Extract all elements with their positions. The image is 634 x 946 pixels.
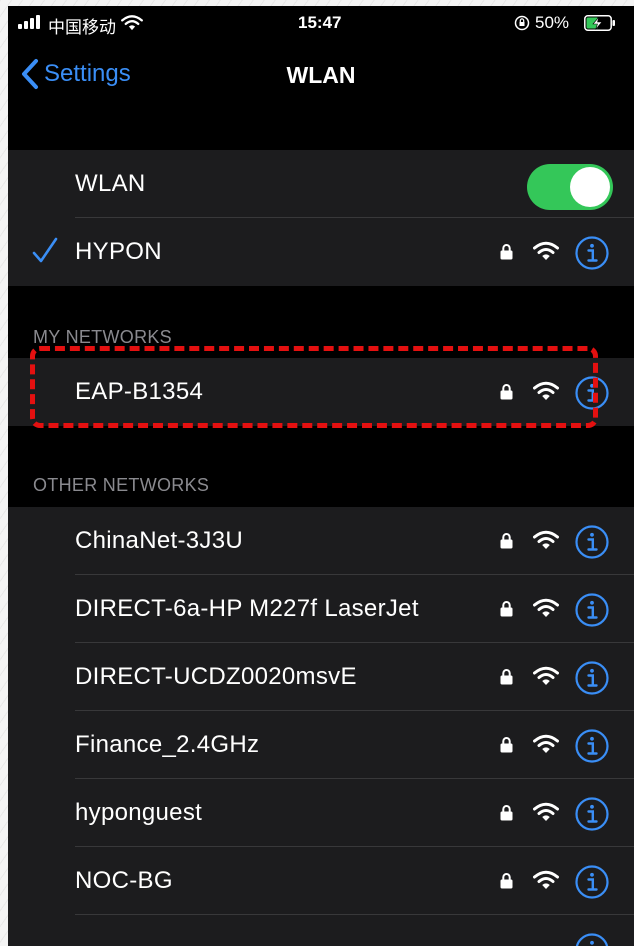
- network-row[interactable]: [8, 915, 634, 946]
- battery-charging-icon: [584, 15, 615, 31]
- checkmark-icon: [32, 237, 58, 263]
- rotation-lock-icon: [514, 15, 530, 31]
- battery-percent: 50%: [535, 13, 570, 32]
- wifi-signal-icon: [533, 241, 559, 260]
- wifi-signal-icon: [533, 598, 559, 617]
- wifi-signal-icon: [533, 530, 559, 549]
- lock-icon: [500, 737, 513, 753]
- my-networks-header: MY NETWORKS: [33, 327, 172, 347]
- network-name: Finance_2.4GHz: [75, 731, 260, 758]
- wifi-signal-icon: [533, 666, 559, 685]
- wlan-toggle[interactable]: [527, 164, 613, 210]
- network-row[interactable]: DIRECT-UCDZ0020msvE: [8, 643, 634, 711]
- info-icon[interactable]: [574, 864, 610, 900]
- info-icon[interactable]: [574, 660, 610, 696]
- clock: 15:47: [298, 13, 342, 32]
- wifi-signal-icon: [533, 870, 559, 889]
- phone-screen: 中国移动 15:47 50% Settings WLAN WLAN HYPON …: [8, 6, 634, 946]
- network-name: hyponguest: [75, 799, 203, 826]
- info-icon[interactable]: [574, 728, 610, 764]
- network-row[interactable]: Finance_2.4GHz: [8, 711, 634, 779]
- lock-icon: [500, 669, 513, 685]
- connected-network-row[interactable]: HYPON: [8, 218, 634, 286]
- lock-icon: [500, 805, 513, 821]
- network-name: HYPON: [75, 238, 162, 265]
- network-name: ChinaNet-3J3U: [75, 527, 243, 554]
- wlan-toggle-row: WLAN: [8, 150, 634, 218]
- network-row[interactable]: hyponguest: [8, 779, 634, 847]
- info-icon[interactable]: [574, 932, 610, 946]
- wifi-signal-icon: [533, 734, 559, 753]
- highlight-annotation: [30, 346, 598, 428]
- network-name: DIRECT-UCDZ0020msvE: [75, 663, 357, 690]
- info-icon[interactable]: [574, 235, 610, 271]
- network-name: NOC-BG: [75, 867, 173, 894]
- info-icon[interactable]: [574, 524, 610, 560]
- wlan-toggle-label: WLAN: [75, 170, 146, 197]
- wlan-group: WLAN HYPON: [8, 150, 634, 286]
- info-icon[interactable]: [574, 592, 610, 628]
- info-icon[interactable]: [574, 796, 610, 832]
- lock-icon: [500, 533, 513, 549]
- wifi-signal-icon: [533, 802, 559, 821]
- page-title: WLAN: [286, 62, 356, 88]
- carrier-label: 中国移动: [48, 18, 116, 37]
- signal-icon: [18, 15, 40, 29]
- status-bar: 中国移动 15:47 50%: [8, 6, 634, 40]
- lock-icon: [500, 873, 513, 889]
- network-row[interactable]: DIRECT-6a-HP M227f LaserJet: [8, 575, 634, 643]
- navigation-bar: Settings WLAN: [8, 40, 634, 104]
- lock-icon: [500, 244, 513, 260]
- toggle-knob: [570, 167, 610, 207]
- network-row[interactable]: ChinaNet-3J3U: [8, 507, 634, 575]
- network-row[interactable]: NOC-BG: [8, 847, 634, 915]
- wifi-icon: [121, 15, 143, 31]
- other-networks-header: OTHER NETWORKS: [33, 475, 210, 495]
- lock-icon: [500, 601, 513, 617]
- network-name: DIRECT-6a-HP M227f LaserJet: [75, 595, 419, 622]
- other-networks-list: ChinaNet-3J3U DIRECT-6a-HP M227f LaserJet…: [8, 507, 634, 946]
